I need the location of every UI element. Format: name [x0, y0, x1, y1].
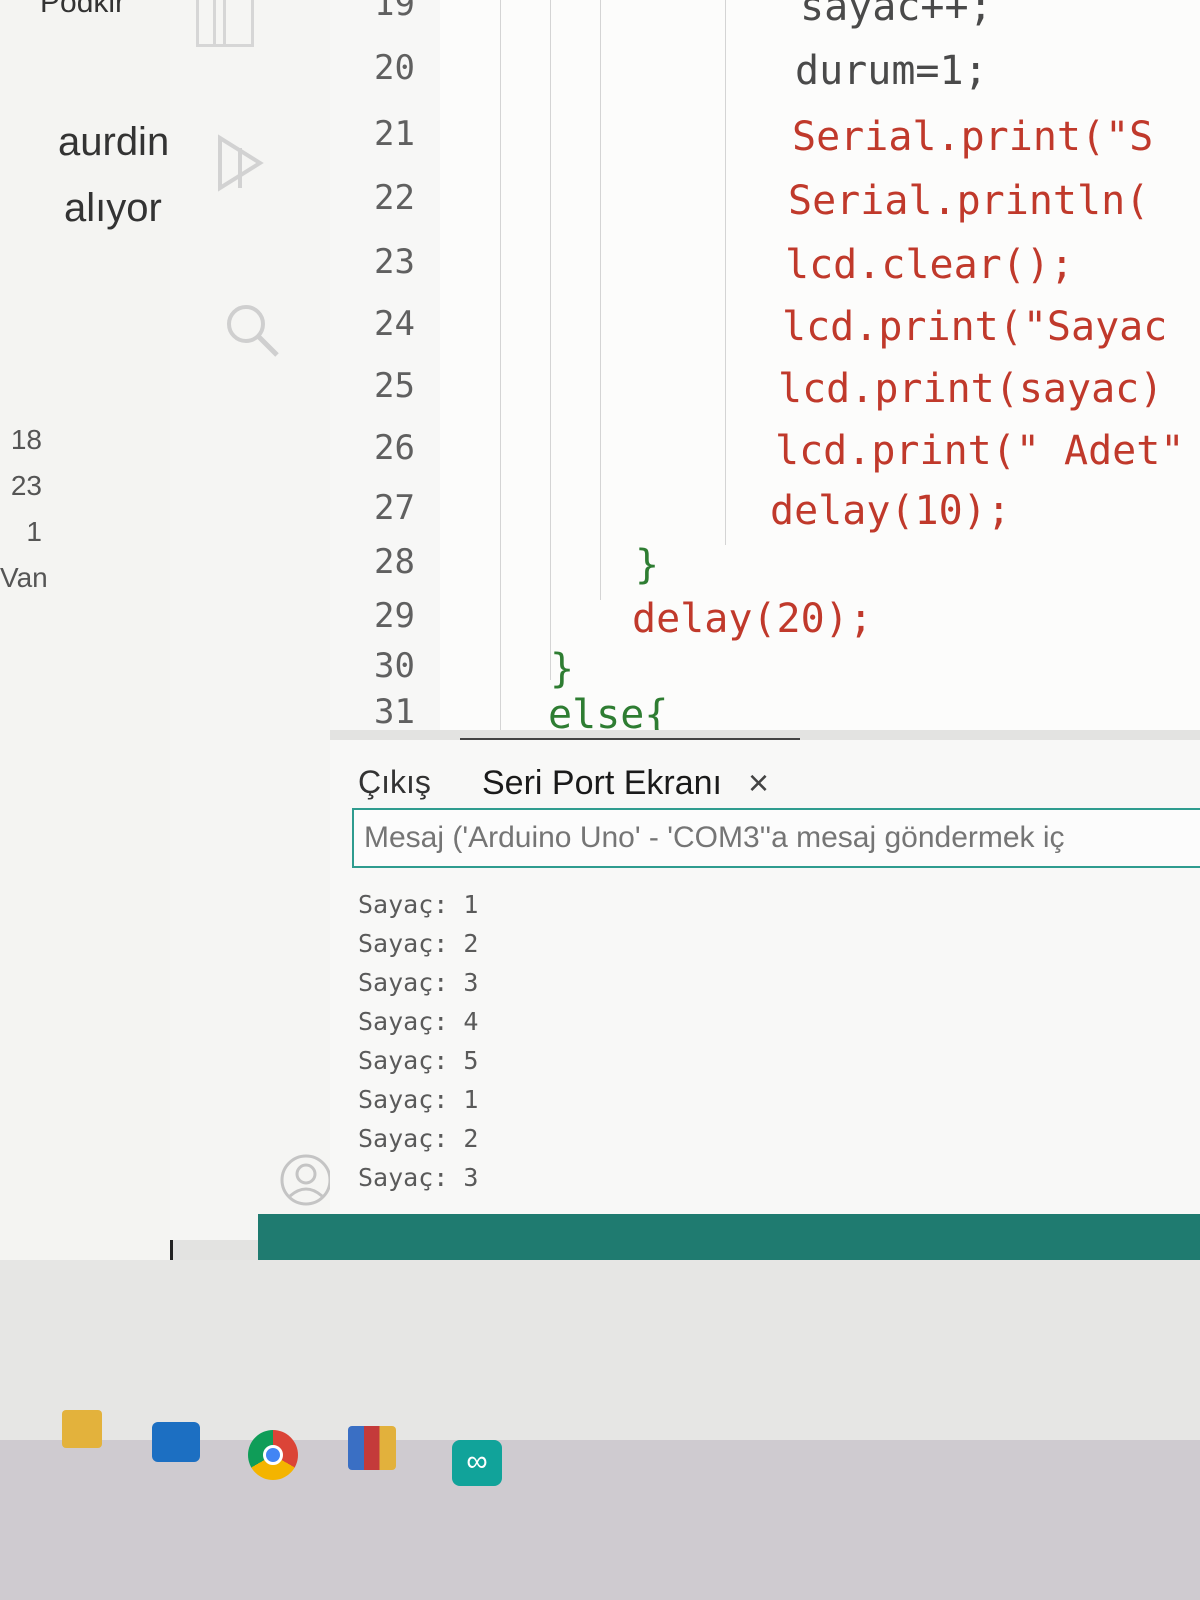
- code-text: Serial.println(: [788, 178, 1150, 224]
- serial-line: Sayaç: 3: [358, 968, 479, 997]
- search-icon[interactable]: [222, 300, 282, 360]
- code-text: lcd.print(" Adet": [775, 428, 1185, 474]
- bottom-panel: Çıkış Seri Port Ekranı × Sayaç: 1 Sayaç:…: [330, 740, 1200, 1240]
- code-text: delay(10);: [770, 488, 1011, 534]
- serial-message-input[interactable]: [352, 808, 1200, 868]
- code-text: durum=1;: [795, 48, 988, 94]
- code-line: 21 Serial.print("S: [330, 114, 1200, 170]
- code-text: Serial.print("S: [792, 114, 1154, 160]
- line-number: 29: [374, 596, 415, 636]
- code-text: delay(20);: [632, 596, 873, 642]
- code-line: 25 lcd.print(sayac): [330, 366, 1200, 422]
- line-number: 23: [374, 242, 415, 282]
- background-text-fragment: Podkir: [40, 0, 126, 19]
- status-bar: [258, 1214, 1200, 1260]
- arduino-icon[interactable]: ∞: [452, 1440, 502, 1486]
- close-icon[interactable]: ×: [748, 762, 769, 804]
- background-number-list: 18 23 1 Van: [0, 424, 60, 608]
- line-number: 19: [374, 0, 415, 24]
- code-text: lcd.print("Sayac: [782, 304, 1168, 350]
- code-line: 28 }: [330, 542, 1200, 598]
- tab-serial-monitor[interactable]: Seri Port Ekranı: [482, 764, 722, 803]
- serial-line: Sayaç: 2: [358, 929, 479, 958]
- library-manager-icon[interactable]: [210, 118, 270, 208]
- background-number: 1: [26, 516, 42, 547]
- background-text-fragment: alıyor: [64, 186, 162, 230]
- code-line: 24 lcd.print("Sayac: [330, 304, 1200, 360]
- serial-line: Sayaç: 2: [358, 1124, 479, 1153]
- code-line: 19 sayac++;: [330, 0, 1200, 40]
- background-window: Podkir aurdin alıyor 18 23 1 Van: [0, 0, 173, 1380]
- serial-line: Sayaç: 1: [358, 890, 479, 919]
- line-number: 25: [374, 366, 415, 406]
- line-number: 31: [374, 692, 415, 730]
- tab-output[interactable]: Çıkış: [358, 764, 431, 801]
- serial-line: Sayaç: 1: [358, 1085, 479, 1114]
- background-text-fragment: aurdin: [58, 120, 170, 164]
- serial-line: Sayaç: 5: [358, 1046, 479, 1075]
- line-number: 26: [374, 428, 415, 468]
- serial-output: Sayaç: 1 Sayaç: 2 Sayaç: 3 Sayaç: 4 Saya…: [358, 890, 478, 1202]
- code-text: }: [635, 542, 660, 588]
- line-number: 30: [374, 646, 415, 686]
- taskbar: ∞: [0, 1410, 1200, 1600]
- code-text: sayac++;: [800, 0, 993, 30]
- line-number: 22: [374, 178, 415, 218]
- background-number: 23: [10, 470, 42, 501]
- code-line: 29 delay(20);: [330, 596, 1200, 652]
- code-text: else{: [548, 692, 669, 730]
- background-number: 18: [10, 424, 42, 455]
- code-text: }: [550, 646, 575, 692]
- serial-line: Sayaç: 4: [358, 1007, 479, 1036]
- paint-icon[interactable]: [348, 1426, 396, 1470]
- code-text: lcd.clear();: [785, 242, 1074, 288]
- ide-sidebar: [170, 0, 332, 1240]
- line-number: 21: [374, 114, 415, 154]
- serial-line: Sayaç: 3: [358, 1163, 479, 1192]
- code-editor[interactable]: 19 sayac++; 20 durum=1; 21 Serial.print(…: [330, 0, 1200, 730]
- code-line: 26 lcd.print(" Adet": [330, 428, 1200, 484]
- line-number: 27: [374, 488, 415, 528]
- line-number: 28: [374, 542, 415, 582]
- boards-manager-icon[interactable]: [196, 0, 254, 47]
- code-line: 31 else{: [330, 692, 1200, 730]
- background-number: Van: [0, 562, 48, 593]
- code-text: lcd.print(sayac): [778, 366, 1164, 412]
- chrome-icon[interactable]: [248, 1430, 298, 1480]
- line-number: 24: [374, 304, 415, 344]
- code-line: 23 lcd.clear();: [330, 242, 1200, 298]
- mail-icon[interactable]: [152, 1422, 200, 1462]
- file-explorer-icon[interactable]: [62, 1410, 102, 1448]
- code-line: 20 durum=1;: [330, 48, 1200, 104]
- code-line: 27 delay(10);: [330, 488, 1200, 544]
- profile-icon[interactable]: [278, 1152, 334, 1208]
- line-number: 20: [374, 48, 415, 88]
- code-line: 22 Serial.println(: [330, 178, 1200, 234]
